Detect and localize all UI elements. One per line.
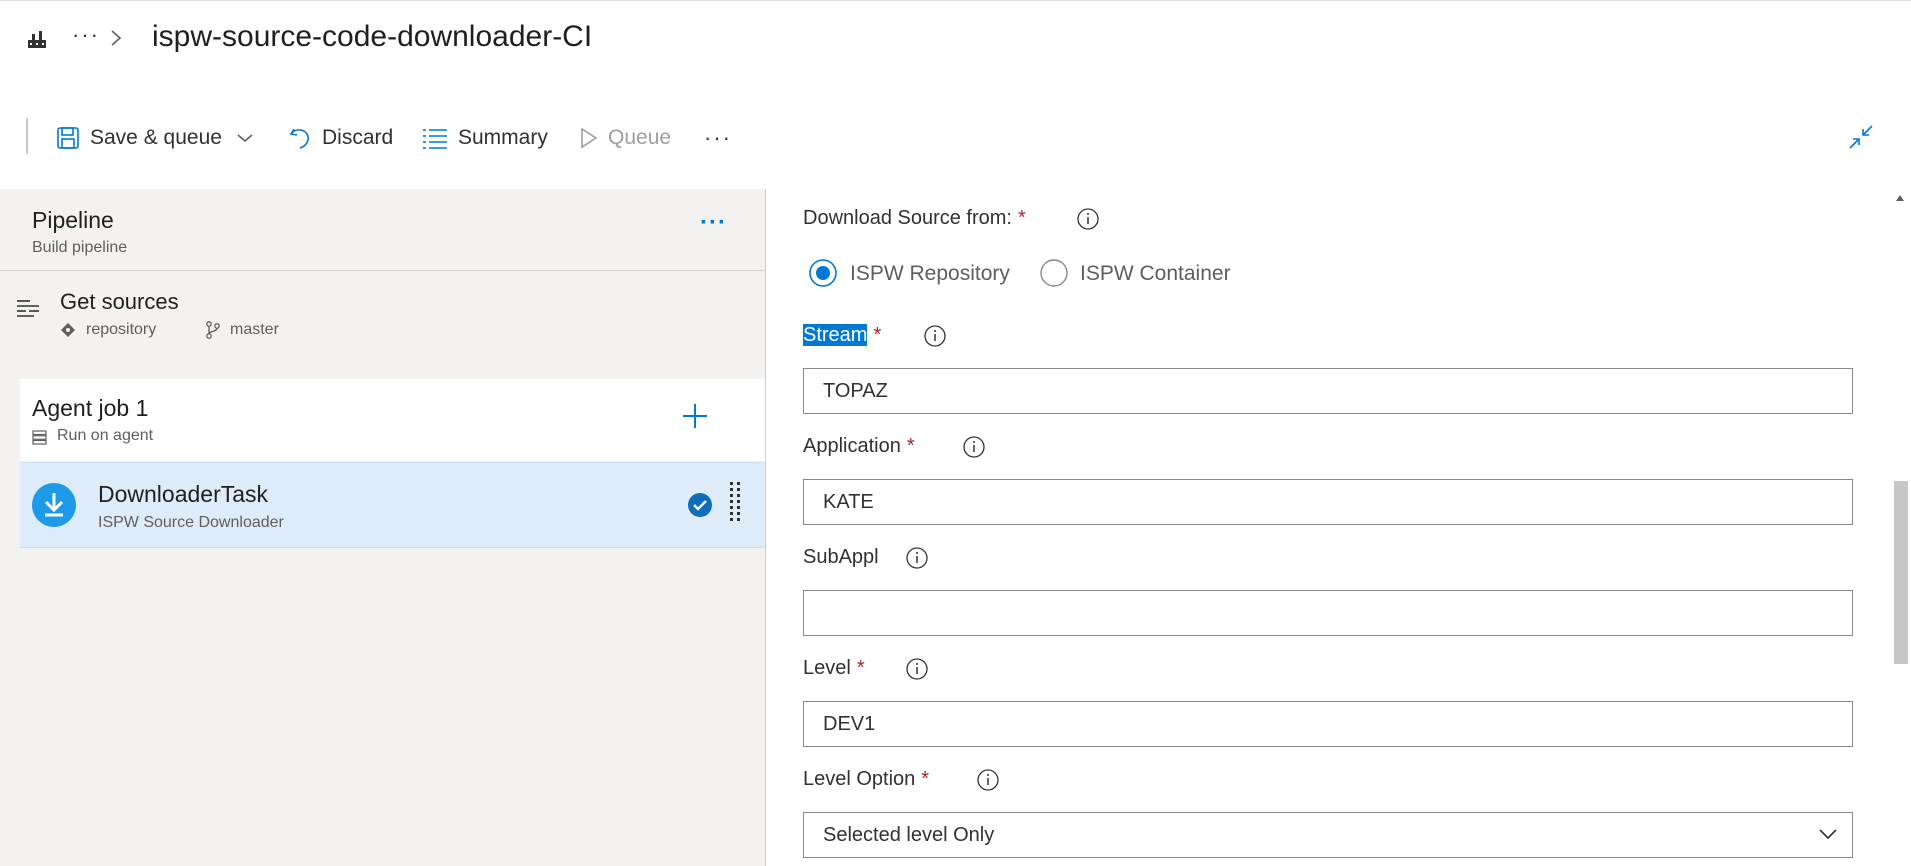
info-icon[interactable] — [963, 436, 985, 458]
task-settings-form: Download Source from: * ISPW Repository I… — [766, 189, 1890, 866]
summary-button[interactable]: Summary — [422, 112, 548, 164]
chevron-down-icon — [1819, 829, 1837, 840]
chevron-right-icon — [111, 30, 122, 46]
sources-icon — [17, 300, 39, 317]
required-marker: * — [906, 435, 915, 457]
level-option-value: Selected level Only — [823, 824, 995, 846]
pipeline-subtitle: Build pipeline — [32, 239, 128, 256]
scroll-up-icon[interactable] — [1895, 194, 1905, 202]
form-scrollbar[interactable] — [1890, 189, 1911, 866]
downloader-task-item[interactable]: DownloaderTask ISPW Source Downloader — [20, 462, 765, 548]
info-icon[interactable] — [924, 325, 946, 347]
required-marker: * — [873, 324, 882, 346]
queue-label: Queue — [608, 126, 672, 149]
required-marker: * — [856, 657, 865, 679]
stream-value: TOPAZ — [823, 380, 888, 402]
save-queue-button[interactable]: Save & queue — [56, 112, 264, 164]
info-icon[interactable] — [906, 658, 928, 680]
subappl-input[interactable] — [803, 590, 1853, 636]
task-title: DownloaderTask — [98, 481, 269, 507]
level-input[interactable]: DEV1 — [803, 701, 1853, 747]
agent-job-title: Agent job 1 — [32, 395, 149, 421]
level-option-label: Level Option * — [803, 768, 930, 790]
repository-name: repository — [86, 321, 157, 338]
discard-button[interactable]: Discard — [288, 112, 393, 164]
discard-label: Discard — [322, 126, 394, 149]
required-marker: * — [1017, 207, 1026, 229]
task-subtitle: ISPW Source Downloader — [98, 514, 284, 531]
download-source-label: Download Source from: * — [803, 207, 1026, 229]
toolbar: Save & queue Discard Summary Queue ··· — [0, 112, 1911, 164]
download-icon — [32, 483, 76, 527]
level-option-select[interactable]: Selected level Only — [803, 812, 1853, 858]
info-icon[interactable] — [906, 547, 928, 569]
application-value: KATE — [823, 491, 874, 513]
list-icon — [423, 129, 447, 149]
play-icon — [581, 127, 598, 149]
check-circle-icon[interactable] — [688, 493, 712, 517]
breadcrumb-more-button[interactable]: ··· — [72, 22, 100, 48]
page-header: ··· ispw-source-code-downloader-CI — [0, 0, 1911, 80]
add-task-icon[interactable] — [680, 401, 710, 431]
level-value: DEV1 — [823, 713, 876, 735]
radio-ispw-repository[interactable] — [809, 259, 837, 287]
stream-label: Stream * — [803, 324, 882, 346]
radio-ispw-container-label[interactable]: ISPW Container — [1080, 262, 1231, 286]
agent-job-subtitle: Run on agent — [57, 427, 154, 444]
branch-name: master — [230, 321, 279, 338]
level-label: Level * — [803, 657, 865, 679]
toolbar-divider — [26, 118, 28, 154]
save-icon — [57, 127, 79, 149]
save-queue-label: Save & queue — [90, 126, 222, 149]
agent-job-item[interactable]: Agent job 1 Run on agent — [20, 379, 765, 461]
required-marker: * — [921, 768, 930, 790]
chevron-down-icon[interactable] — [236, 132, 254, 144]
pipeline-header[interactable]: Pipeline Build pipeline ··· — [0, 189, 765, 271]
info-icon[interactable] — [1077, 208, 1099, 230]
subappl-label: SubAppl — [803, 546, 879, 568]
queue-button[interactable]: Queue — [580, 112, 671, 164]
undo-icon — [289, 128, 309, 149]
branch-icon — [206, 321, 220, 339]
radio-ispw-repository-label[interactable]: ISPW Repository — [850, 262, 1010, 286]
info-icon[interactable] — [977, 769, 999, 791]
radio-ispw-container[interactable] — [1040, 259, 1068, 287]
git-repo-icon — [61, 323, 75, 337]
summary-label: Summary — [458, 126, 548, 149]
get-sources-item[interactable]: Get sources repository master — [0, 271, 765, 366]
more-actions-button[interactable]: ··· — [704, 112, 732, 164]
build-pipeline-icon[interactable] — [26, 28, 48, 50]
scrollbar-thumb[interactable] — [1894, 481, 1908, 664]
page-title: ispw-source-code-downloader-CI — [152, 20, 593, 53]
get-sources-title: Get sources — [60, 289, 179, 314]
drag-handle-icon[interactable] — [728, 481, 742, 525]
pipeline-title: Pipeline — [32, 207, 114, 233]
stream-input[interactable]: TOPAZ — [803, 368, 1853, 414]
application-label: Application * — [803, 435, 915, 457]
server-icon — [32, 430, 47, 445]
pipeline-tree-panel: Pipeline Build pipeline ··· Get sources … — [0, 189, 765, 866]
application-input[interactable]: KATE — [803, 479, 1853, 525]
collapse-icon[interactable] — [1848, 124, 1874, 150]
pipeline-more-button[interactable]: ··· — [700, 209, 727, 237]
